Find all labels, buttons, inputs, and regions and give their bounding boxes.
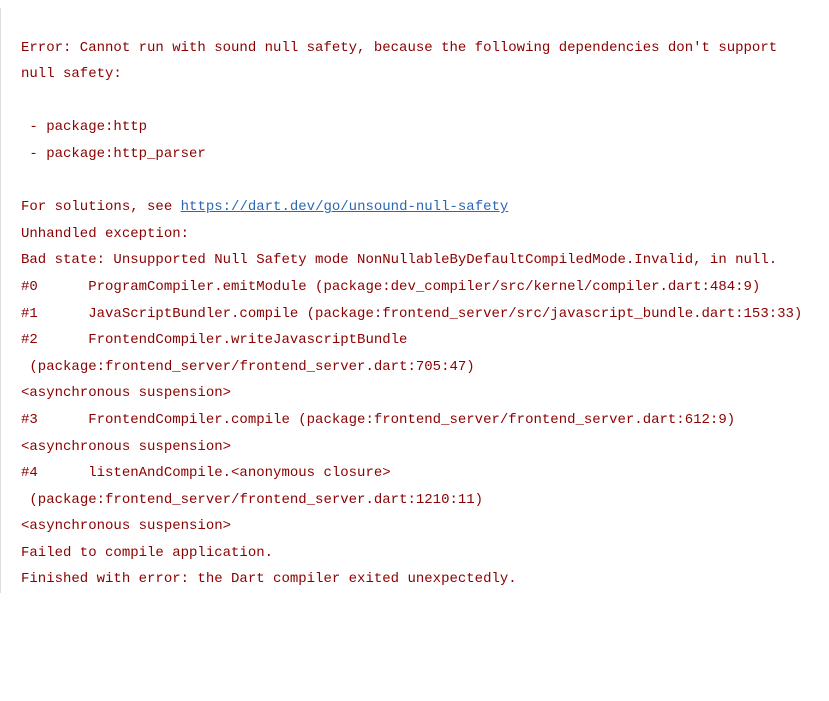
async-suspension: <asynchronous suspension> bbox=[21, 518, 231, 534]
failed-compile: Failed to compile application. bbox=[21, 545, 273, 561]
stack-trace-line: #0 ProgramCompiler.emitModule (package:d… bbox=[21, 279, 760, 295]
package-item: - package:http_parser bbox=[21, 146, 206, 162]
unhandled-exception: Unhandled exception: bbox=[21, 226, 189, 242]
console-output: Error: Cannot run with sound null safety… bbox=[0, 8, 829, 593]
stack-trace-line-cont: (package:frontend_server/frontend_server… bbox=[21, 359, 475, 375]
stack-trace-line: #3 FrontendCompiler.compile (package:fro… bbox=[21, 412, 735, 428]
solutions-line: For solutions, see https://dart.dev/go/u… bbox=[21, 199, 508, 215]
finished-error: Finished with error: the Dart compiler e… bbox=[21, 571, 517, 587]
stack-trace-line-cont: (package:frontend_server/frontend_server… bbox=[21, 492, 483, 508]
async-suspension: <asynchronous suspension> bbox=[21, 439, 231, 455]
package-item: - package:http bbox=[21, 119, 147, 135]
stack-trace-line: #1 JavaScriptBundler.compile (package:fr… bbox=[21, 306, 802, 322]
async-suspension: <asynchronous suspension> bbox=[21, 385, 231, 401]
solutions-link[interactable]: https://dart.dev/go/unsound-null-safety bbox=[181, 199, 509, 215]
stack-trace-line: #4 listenAndCompile.<anonymous closure> bbox=[21, 465, 391, 481]
bad-state: Bad state: Unsupported Null Safety mode … bbox=[21, 252, 777, 268]
stack-trace-line: #2 FrontendCompiler.writeJavascriptBundl… bbox=[21, 332, 407, 348]
solutions-prefix: For solutions, see bbox=[21, 199, 181, 215]
error-header: Error: Cannot run with sound null safety… bbox=[21, 40, 786, 83]
